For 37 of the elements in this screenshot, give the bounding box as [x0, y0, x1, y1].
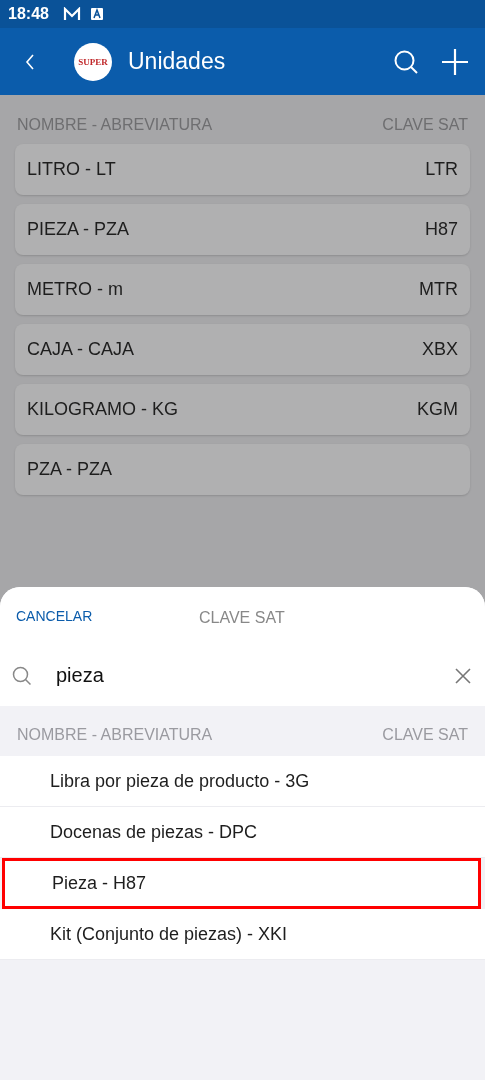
search-input[interactable]: pieza [56, 664, 455, 687]
unit-code: H87 [424, 219, 458, 240]
status-time: 18:48 [8, 5, 49, 23]
unit-name: METRO - m [27, 279, 123, 300]
column-header: CLAVE SAT [382, 726, 468, 744]
unit-code: MTR [419, 279, 458, 300]
unit-card[interactable]: LITRO - LT LTR [15, 144, 470, 195]
unit-code: LTR [425, 159, 458, 180]
clear-icon[interactable] [455, 667, 471, 684]
cancel-button[interactable]: CANCELAR [16, 608, 93, 624]
mail-icon [62, 7, 81, 21]
unit-name: PZA - PZA [27, 459, 113, 480]
logo: SUPER [74, 42, 112, 81]
unit-code: XBX [421, 339, 458, 360]
back-icon [24, 52, 36, 71]
result-item[interactable]: Libra por pieza de producto - 3G [0, 756, 485, 807]
column-header: NOMBRE - ABREVIATURA [17, 116, 213, 134]
app-notification-icon [90, 8, 103, 20]
sheet-title: CLAVE SAT [199, 609, 285, 627]
search-field[interactable]: pieza [0, 645, 485, 706]
result-item[interactable]: Kit (Conjunto de piezas) - XKI [0, 909, 485, 960]
unit-name: LITRO - LT [27, 159, 116, 180]
unit-code: KGM [417, 399, 458, 420]
unit-card[interactable]: METRO - m MTR [15, 264, 470, 315]
column-header: NOMBRE - ABREVIATURA [17, 726, 213, 744]
search-icon [12, 665, 32, 686]
unit-card[interactable]: KILOGRAMO - KG KGM [15, 384, 470, 435]
unit-name: CAJA - CAJA [27, 339, 135, 360]
unit-card[interactable]: PZA - PZA [15, 444, 470, 495]
result-item[interactable]: Docenas de piezas - DPC [0, 807, 485, 858]
page-title: Unidades [128, 48, 227, 75]
result-item[interactable]: Pieza - H87 [2, 858, 481, 909]
column-header: CLAVE SAT [382, 116, 468, 134]
unit-card[interactable]: PIEZA - PZA H87 [15, 204, 470, 255]
unit-name: KILOGRAMO - KG [27, 399, 179, 420]
unit-card[interactable]: CAJA - CAJA XBX [15, 324, 470, 375]
unit-name: PIEZA - PZA [27, 219, 130, 240]
